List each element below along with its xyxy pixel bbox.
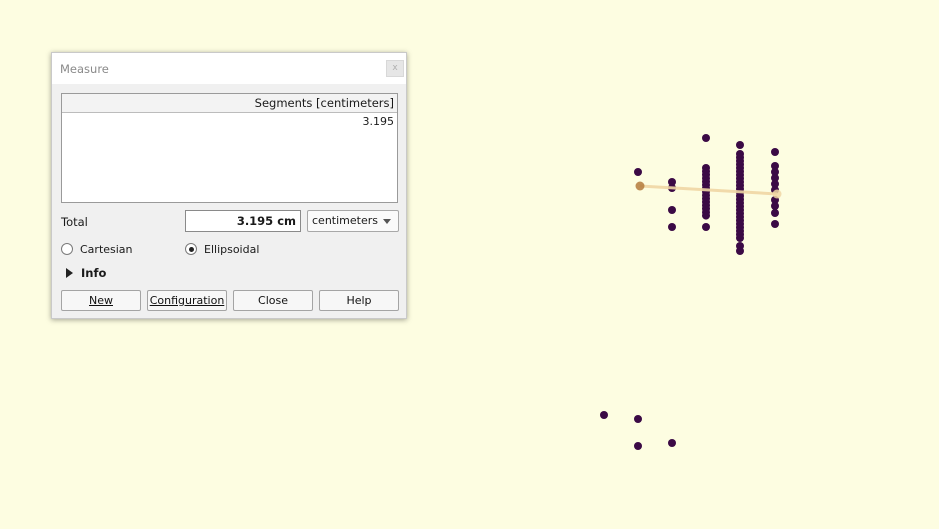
segments-table[interactable]: Segments [centimeters] 3.195 (61, 93, 398, 203)
map-point (634, 415, 642, 423)
map-point (736, 247, 744, 255)
total-field: 3.195 cm (185, 210, 301, 232)
help-button[interactable]: Help (319, 290, 399, 311)
map-point (771, 220, 779, 228)
segments-column-header[interactable]: Segments [centimeters] (62, 94, 397, 113)
map-point (634, 442, 642, 450)
configuration-button-label: Configuration (149, 294, 225, 307)
units-selected-value: centimeters (312, 214, 378, 227)
help-button-label: Help (346, 294, 372, 307)
map-point (702, 211, 710, 220)
ellipsoidal-label[interactable]: Ellipsoidal (204, 243, 259, 256)
segment-value-row[interactable]: 3.195 (62, 113, 397, 130)
map-point (668, 223, 676, 231)
map-point (771, 209, 779, 217)
chevron-down-icon (383, 219, 391, 224)
expand-arrow-icon[interactable] (66, 268, 73, 278)
measure-vertex (772, 189, 782, 199)
ellipsoidal-radio[interactable] (185, 243, 197, 255)
cartesian-radio[interactable] (61, 243, 73, 255)
cartesian-label[interactable]: Cartesian (80, 243, 133, 256)
map-point (668, 439, 676, 447)
close-button-label: Close (258, 294, 288, 307)
map-point (771, 148, 779, 156)
map-point (736, 234, 744, 242)
measure-dialog: Measure x Segments [centimeters] 3.195 T… (51, 52, 407, 319)
map-point (702, 223, 710, 231)
configuration-button[interactable]: Configuration (147, 290, 227, 311)
map-point (736, 141, 744, 149)
map-point (771, 202, 779, 210)
map-point (702, 134, 710, 142)
new-button[interactable]: New (61, 290, 141, 311)
info-section-toggle[interactable]: Info (81, 266, 106, 280)
total-label: Total (61, 215, 88, 229)
dialog-title: Measure (60, 62, 109, 76)
measure-vertex (635, 181, 645, 191)
title-bar[interactable]: Measure x (52, 53, 406, 84)
close-icon[interactable]: x (386, 60, 404, 77)
map-point (634, 168, 642, 176)
map-point (668, 206, 676, 214)
new-button-label: New (89, 294, 113, 307)
map-point (600, 411, 608, 419)
close-button[interactable]: Close (233, 290, 313, 311)
units-select[interactable]: centimeters (307, 210, 399, 232)
